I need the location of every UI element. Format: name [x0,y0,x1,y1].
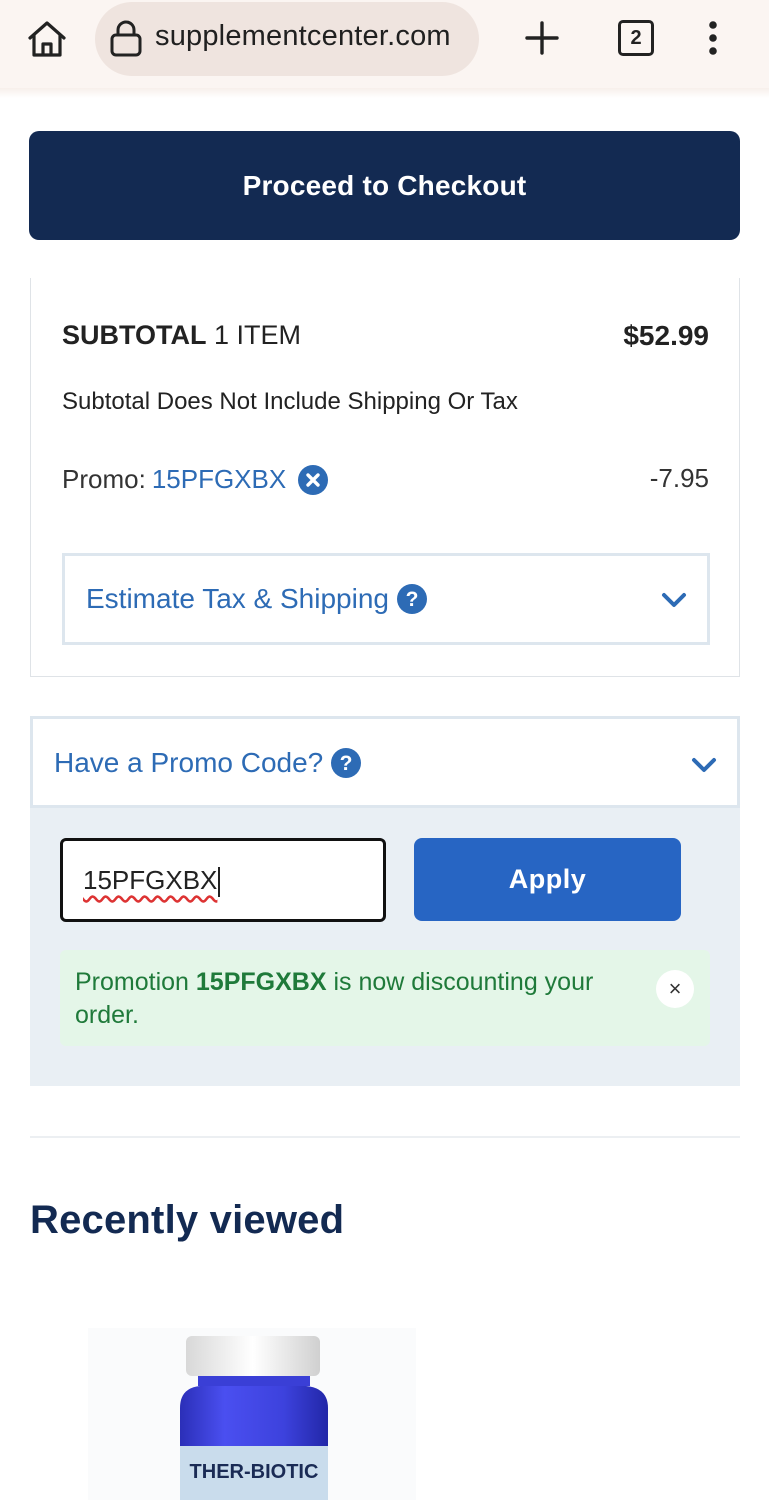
remove-promo-icon[interactable] [298,464,329,495]
close-icon[interactable]: × [656,970,694,1008]
promo-label: Promo: [62,464,146,494]
promo-code-link[interactable]: 15PFGXBX [152,464,286,495]
svg-text:?: ? [340,752,353,775]
plus-icon[interactable] [522,18,562,58]
recently-viewed-heading: Recently viewed [30,1198,345,1242]
toolbar-shadow [0,88,769,98]
order-summary: SUBTOTAL 1 ITEM $52.99 Subtotal Does Not… [30,278,740,677]
promo-header-row: Have a Promo Code? ? [54,747,362,779]
promo-success-message: Promotion 15PFGXBX is now discounting yo… [60,950,710,1046]
success-text: Promotion 15PFGXBX is now discounting yo… [75,966,635,1032]
applied-promo: Promo: 15PFGXBX [62,464,329,495]
item-count: 1 ITEM [214,320,302,350]
lock-icon [110,20,142,57]
estimate-label: Estimate Tax & Shipping [86,583,389,614]
subtotal-value: $52.99 [623,320,709,351]
browser-toolbar: supplementcenter.com 2 [0,0,769,88]
proceed-to-checkout-button[interactable]: Proceed to Checkout [29,131,740,240]
home-icon[interactable] [24,16,70,62]
product-image[interactable]: THER-BIOTIC [88,1328,416,1500]
success-prefix: Promotion [75,968,196,996]
apply-button[interactable]: Apply [414,838,681,921]
subtotal-heading: SUBTOTAL [62,320,207,350]
url-text[interactable]: supplementcenter.com [155,20,470,53]
text-caret [218,867,221,898]
promo-header-label: Have a Promo Code? [54,747,324,778]
section-divider [30,1136,740,1138]
product-label: THER-BIOTIC [190,1461,319,1483]
estimate-label-row: Estimate Tax & Shipping ? [86,583,427,615]
estimate-tax-shipping-toggle[interactable]: Estimate Tax & Shipping ? [62,553,710,645]
promo-input-value: 15PFGXBX [83,865,218,895]
subtotal-label: SUBTOTAL 1 ITEM [62,320,301,351]
success-code: 15PFGXBX [195,968,327,996]
promo-code-toggle[interactable]: Have a Promo Code? ? [30,716,740,808]
subtotal-note: Subtotal Does Not Include Shipping Or Ta… [62,388,518,415]
chevron-down-icon [692,758,716,772]
tabs-icon[interactable]: 2 [618,20,654,56]
promo-code-panel: 15PFGXBX Apply Promotion 15PFGXBX is now… [30,808,740,1086]
help-icon[interactable]: ? [396,584,427,614]
svg-text:?: ? [406,588,419,611]
chevron-down-icon [662,593,686,607]
promo-code-input[interactable]: 15PFGXBX [60,838,386,922]
help-icon[interactable]: ? [331,748,362,778]
promo-discount-amount: -7.95 [649,463,709,493]
more-vert-icon[interactable] [700,18,726,58]
recently-viewed-product[interactable]: THER-BIOTIC [88,1328,416,1500]
